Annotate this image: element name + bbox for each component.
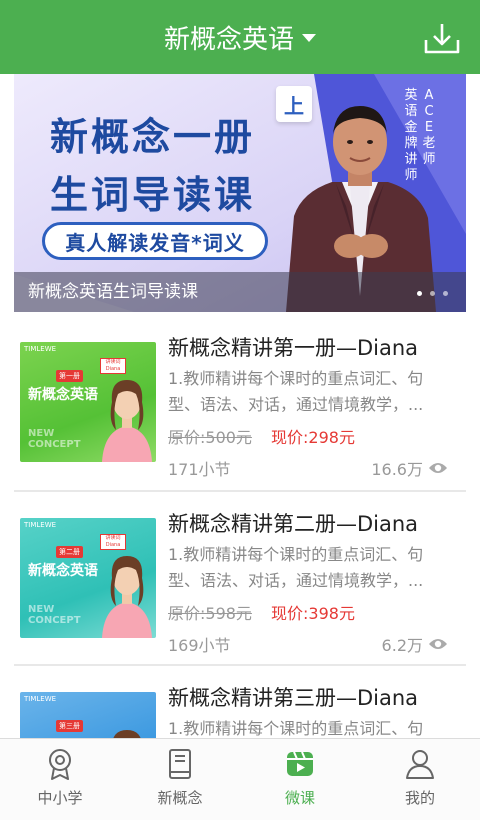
course-title: 新概念精讲第三册—Diana <box>168 686 419 710</box>
banner-caption: 新概念英语生词导读课 <box>14 272 466 312</box>
lesson-count: 169小节 <box>168 636 231 655</box>
eye-icon <box>429 639 447 649</box>
tab-label: 微课 <box>284 789 315 807</box>
course-thumbnail: TIMLEWE 第二册 讲读词 Diana 新概念英语 NEW CONCEPT <box>20 518 156 638</box>
carousel-dots <box>417 291 448 296</box>
course-card[interactable]: TIMLEWE 第二册 讲读词 Diana 新概念英语 NEW CONCEPT … <box>14 492 466 666</box>
title-dropdown[interactable]: 新概念英语 <box>0 0 480 74</box>
view-count-value: 6.2万 <box>381 636 423 655</box>
tab-label: 中小学 <box>37 789 83 807</box>
current-price: 现价:298元 <box>271 428 355 447</box>
video-play-icon <box>287 751 313 776</box>
tab-label: 新概念 <box>157 789 203 807</box>
caret-down-icon <box>302 34 316 42</box>
view-count: 6.2万 <box>382 632 448 656</box>
banner-vertical-text: 英语金牌讲师 ACE老师 <box>404 88 444 184</box>
thumbnail-title: 新概念英语 <box>28 563 98 579</box>
course-description: 1.教师精讲每个课时的重点词汇、句型、语法、对话，通过情境教学，... <box>168 545 424 590</box>
app-screen: 新概念英语 新概念一册 上 生词导读课 真人解读发音*词义 英语金牌讲师 ACE… <box>0 0 480 820</box>
carousel-dot[interactable] <box>443 291 448 296</box>
thumbnail-brand: TIMLEWE <box>24 695 57 703</box>
view-count: 16.6万 <box>371 456 448 480</box>
banner-headline-1: 新概念一册 <box>50 115 256 159</box>
tab-new-concept[interactable]: 新概念 <box>120 739 240 820</box>
current-price: 现价:398元 <box>271 604 355 623</box>
thumbnail-badge: 第一册 <box>56 370 83 382</box>
banner-feature-pill: 真人解读发音*词义 <box>42 222 268 260</box>
carousel-dot[interactable] <box>417 291 422 296</box>
top-bar: 新概念英语 <box>0 0 480 74</box>
carousel-dot[interactable] <box>430 291 435 296</box>
tab-me[interactable]: 我的 <box>360 739 480 820</box>
download-icon[interactable] <box>422 18 462 58</box>
view-count-value: 16.6万 <box>371 460 423 479</box>
page-title: 新概念英语 <box>163 24 294 55</box>
thumbnail-brand: TIMLEWE <box>24 521 57 529</box>
banner-vertical-text-2: ACE老师 <box>422 88 436 167</box>
course-thumbnail: TIMLEWE 第一册 讲读词 Diana 新概念英语 NEW CONCEPT <box>20 342 156 462</box>
course-title: 新概念精讲第二册—Diana <box>168 512 419 536</box>
eye-icon <box>429 463 447 473</box>
thumbnail-badge: 第二册 <box>56 546 83 558</box>
original-price: 原价:598元 <box>168 604 252 623</box>
course-prices: 原价:500元 现价:298元 <box>168 424 355 448</box>
tab-primary-school[interactable]: 中小学 <box>0 739 120 820</box>
course-prices: 原价:598元 现价:398元 <box>168 600 355 624</box>
book-icon <box>169 749 191 779</box>
banner-vertical-text-1: 英语金牌讲师 <box>404 88 418 183</box>
lesson-count: 171小节 <box>168 460 231 479</box>
tab-label: 我的 <box>404 789 435 807</box>
thumbnail-title: 新概念英语 <box>28 387 98 403</box>
course-description: 1.教师精讲每个课时的重点词汇、句型、语法、对话，通过情境教学，... <box>168 369 424 414</box>
thumbnail-tag: NEW CONCEPT <box>28 428 81 450</box>
bottom-tab-bar: 中小学 新概念 微课 我的 <box>0 738 480 820</box>
thumbnail-tag: NEW CONCEPT <box>28 604 81 626</box>
banner-headline-2: 生词导读课 <box>50 173 256 217</box>
course-title: 新概念精讲第一册—Diana <box>168 336 419 360</box>
promo-banner[interactable]: 新概念一册 上 生词导读课 真人解读发音*词义 英语金牌讲师 ACE老师 新概念… <box>14 74 466 312</box>
course-card[interactable]: TIMLEWE 第一册 讲读词 Diana 新概念英语 NEW CONCEPT … <box>14 316 466 490</box>
thumbnail-brand: TIMLEWE <box>24 345 57 353</box>
map-pin-badge-icon <box>49 749 71 780</box>
tab-micro-course[interactable]: 微课 <box>240 739 360 820</box>
user-icon <box>406 750 434 779</box>
thumbnail-teacher-image <box>102 380 152 462</box>
thumbnail-badge: 第三册 <box>56 720 83 732</box>
original-price: 原价:500元 <box>168 428 252 447</box>
thumbnail-teacher-image <box>102 556 152 638</box>
